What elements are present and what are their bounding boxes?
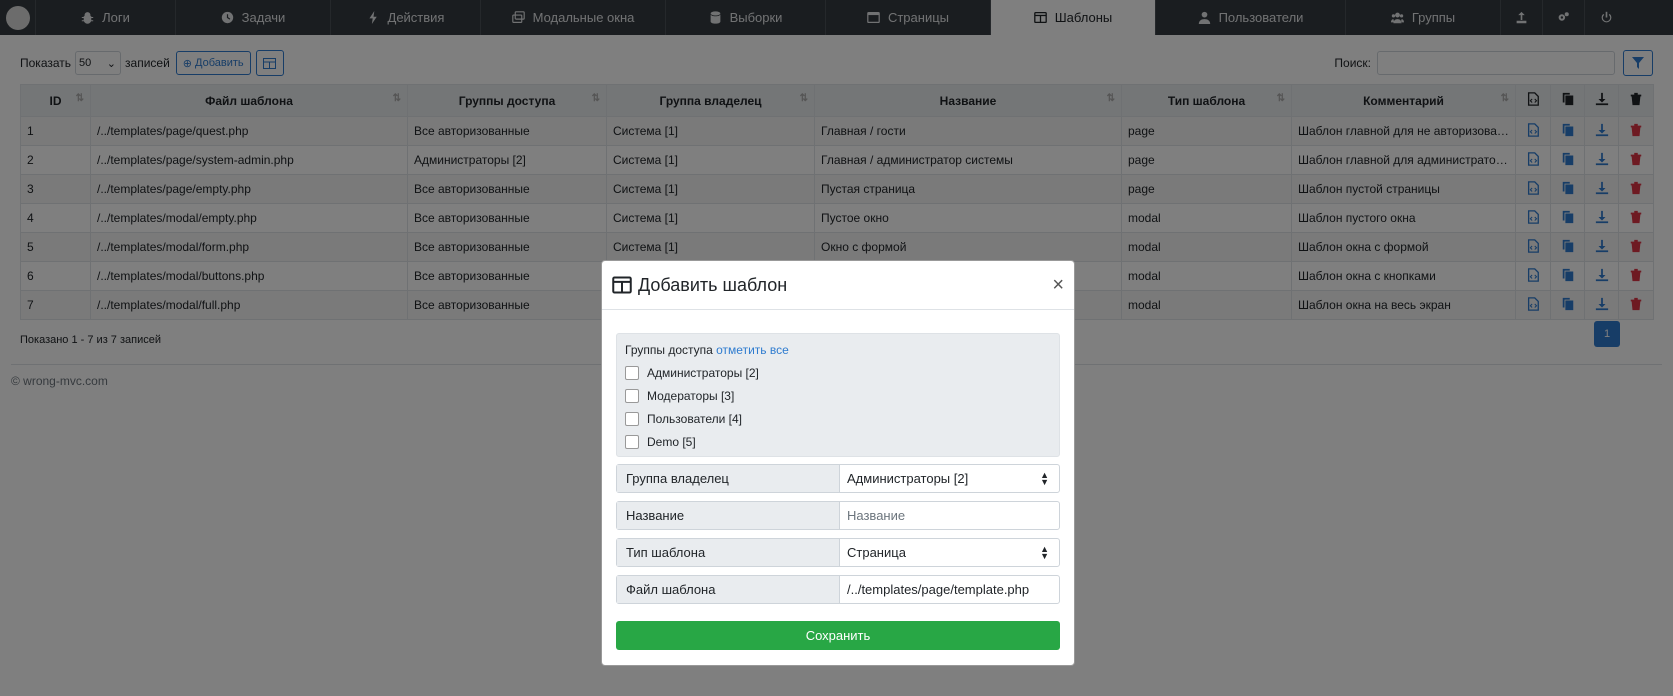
group-label: Администраторы [2]: [647, 366, 759, 380]
group-checkbox-row[interactable]: Demo [5]: [625, 435, 1051, 449]
owner-group-select[interactable]: Администраторы [2] ▲ ▼: [840, 465, 1059, 492]
name-input[interactable]: Название: [840, 502, 1059, 529]
access-groups-title: Группы доступа отметить все: [625, 343, 1051, 357]
select-arrows-icon: ▲ ▼: [1040, 469, 1049, 487]
modal-title: Добавить шаблон: [638, 274, 788, 295]
access-groups-label: Группы доступа: [625, 343, 713, 357]
template-type-value: Страница: [847, 545, 906, 560]
access-groups-box: Группы доступа отметить все Администрато…: [616, 333, 1060, 457]
checkbox[interactable]: [625, 389, 639, 403]
select-arrows-icon: ▲ ▼: [1040, 543, 1049, 561]
template-type-field: Тип шаблона Страница ▲ ▼: [616, 538, 1060, 567]
template-file-field: Файл шаблона /../templates/page/template…: [616, 575, 1060, 604]
group-label: Demo [5]: [647, 435, 696, 449]
checkbox[interactable]: [625, 412, 639, 426]
owner-group-field: Группа владелец Администраторы [2] ▲ ▼: [616, 464, 1060, 493]
checkbox[interactable]: [625, 366, 639, 380]
close-icon[interactable]: ×: [1052, 274, 1064, 297]
check-all-link[interactable]: отметить все: [716, 343, 789, 357]
add-template-modal: Добавить шаблон × Группы доступа отметит…: [601, 260, 1075, 666]
name-field: Название Название: [616, 501, 1060, 530]
owner-group-label: Группа владелец: [617, 465, 840, 492]
name-label: Название: [617, 502, 840, 529]
group-checkbox-row[interactable]: Пользователи [4]: [625, 412, 1051, 426]
modal-header: Добавить шаблон ×: [602, 261, 1074, 310]
save-button[interactable]: Сохранить: [616, 621, 1060, 650]
template-type-label: Тип шаблона: [617, 539, 840, 566]
columns-icon: [612, 276, 632, 294]
group-checkbox-row[interactable]: Модераторы [3]: [625, 389, 1051, 403]
owner-group-value: Администраторы [2]: [847, 471, 969, 486]
group-label: Модераторы [3]: [647, 389, 735, 403]
template-type-select[interactable]: Страница ▲ ▼: [840, 539, 1059, 566]
checkbox[interactable]: [625, 435, 639, 449]
group-checkbox-row[interactable]: Администраторы [2]: [625, 366, 1051, 380]
group-label: Пользователи [4]: [647, 412, 742, 426]
template-file-input[interactable]: /../templates/page/template.php: [840, 576, 1059, 603]
template-file-label: Файл шаблона: [617, 576, 840, 603]
